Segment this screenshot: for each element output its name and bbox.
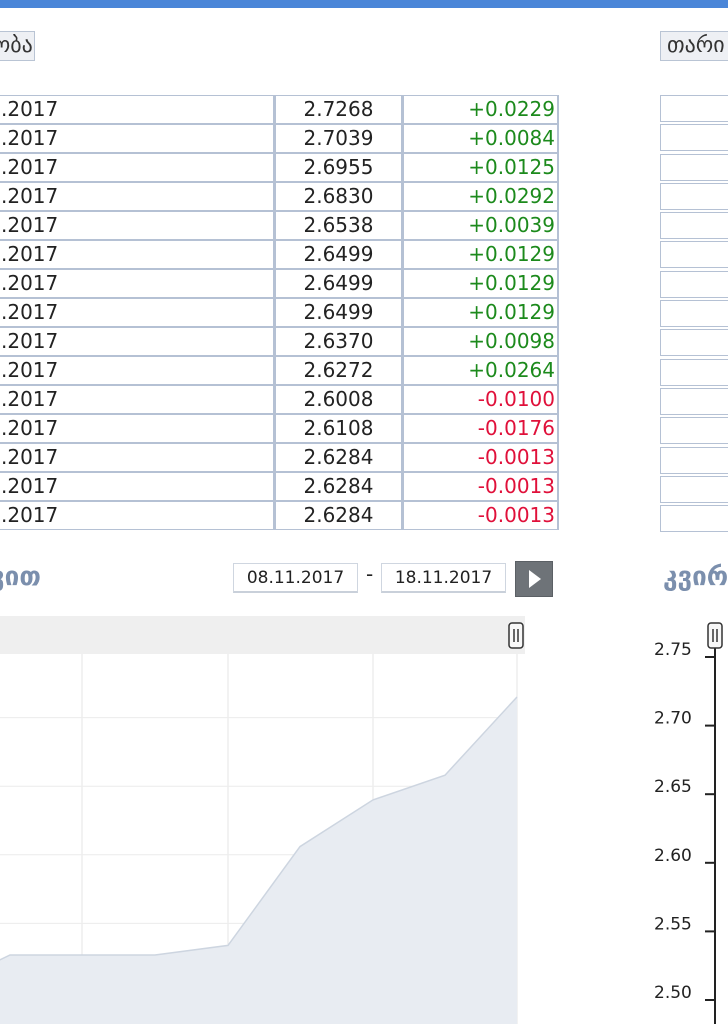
right-section-title: კვირ — [663, 562, 728, 592]
right-table-row — [660, 124, 728, 152]
table-row: .2017 2.6284 -0.0013 — [0, 501, 559, 530]
row-date: .2017 — [0, 240, 275, 269]
table-row: .2017 2.6538 +0.0039 — [0, 211, 559, 240]
right-table-row — [660, 95, 728, 122]
table-row: .2017 2.6108 -0.0176 — [0, 414, 559, 443]
row-rate: 2.6284 — [275, 501, 403, 530]
top-accent-bar — [0, 0, 728, 8]
right-table-row — [660, 153, 728, 181]
row-rate: 2.6538 — [275, 211, 403, 240]
row-rate: 2.7039 — [275, 124, 403, 153]
y-tick-label: 2.75 — [654, 640, 692, 660]
right-table-row — [660, 387, 728, 415]
right-table-row — [660, 212, 728, 240]
row-date: .2017 — [0, 95, 275, 124]
area-series-fill — [0, 697, 517, 1024]
row-rate: 2.6499 — [275, 269, 403, 298]
row-change: +0.0264 — [403, 356, 559, 385]
row-date: .2017 — [0, 211, 275, 240]
table-row: .2017 2.6499 +0.0129 — [0, 240, 559, 269]
row-change: +0.0084 — [403, 124, 559, 153]
period-title: ვით — [0, 562, 41, 592]
right-table-row — [660, 182, 728, 210]
row-date: .2017 — [0, 414, 275, 443]
row-change: +0.0125 — [403, 153, 559, 182]
date-from-input[interactable]: 08.11.2017 — [233, 563, 358, 593]
y-tick-label: 2.60 — [654, 846, 692, 866]
tab-right-date[interactable]: თარი — [660, 31, 728, 61]
row-rate: 2.6284 — [275, 472, 403, 501]
table-row: .2017 2.6830 +0.0292 — [0, 182, 559, 211]
table-row: .2017 2.6272 +0.0264 — [0, 356, 559, 385]
row-change: +0.0098 — [403, 327, 559, 356]
rates-table: .2017 2.7268 +0.0229.2017 2.7039 +0.0084.201… — [0, 95, 559, 530]
go-button[interactable] — [515, 561, 553, 597]
date-to-input[interactable]: 18.11.2017 — [381, 563, 506, 593]
row-change: -0.0013 — [403, 443, 559, 472]
date-separator: - — [366, 562, 374, 586]
right-table-row — [660, 300, 728, 328]
table-row: .2017 2.6370 +0.0098 — [0, 327, 559, 356]
play-icon — [529, 570, 541, 588]
row-rate: 2.6830 — [275, 182, 403, 211]
row-rate: 2.7268 — [275, 95, 403, 124]
row-change: +0.0129 — [403, 269, 559, 298]
row-change: +0.0129 — [403, 240, 559, 269]
row-rate: 2.6499 — [275, 298, 403, 327]
row-rate: 2.6370 — [275, 327, 403, 356]
row-change: -0.0013 — [403, 501, 559, 530]
row-rate: 2.6008 — [275, 385, 403, 414]
row-date: .2017 — [0, 182, 275, 211]
row-change: -0.0100 — [403, 385, 559, 414]
range-handle-right-chart[interactable] — [707, 622, 723, 649]
row-rate: 2.6499 — [275, 240, 403, 269]
rate-chart: 2.75 2.70 2.65 2.60 2.55 2.50 — [0, 616, 723, 1024]
table-row: .2017 2.6499 +0.0129 — [0, 298, 559, 327]
table-row: .2017 2.6284 -0.0013 — [0, 472, 559, 501]
table-row: .2017 2.7039 +0.0084 — [0, 124, 559, 153]
right-table-row — [660, 475, 728, 503]
row-change: +0.0229 — [403, 95, 559, 124]
row-date: .2017 — [0, 153, 275, 182]
right-table-row — [660, 417, 728, 445]
y-tick-label: 2.50 — [654, 983, 692, 1003]
row-date: .2017 — [0, 327, 275, 356]
row-rate: 2.6284 — [275, 443, 403, 472]
right-table — [660, 95, 728, 534]
right-table-row — [660, 241, 728, 269]
row-rate: 2.6108 — [275, 414, 403, 443]
table-row: .2017 2.6955 +0.0125 — [0, 153, 559, 182]
right-table-row — [660, 505, 728, 533]
right-table-row — [660, 329, 728, 357]
chart-navigator-band — [0, 616, 525, 654]
y-axis-ticks: 2.75 2.70 2.65 2.60 2.55 2.50 — [654, 640, 715, 1003]
row-change: +0.0292 — [403, 182, 559, 211]
row-date: .2017 — [0, 269, 275, 298]
range-handle-left-chart[interactable] — [508, 622, 524, 649]
row-date: .2017 — [0, 501, 275, 530]
table-row: .2017 2.6284 -0.0013 — [0, 443, 559, 472]
row-change: +0.0129 — [403, 298, 559, 327]
right-table-row — [660, 270, 728, 298]
table-row: .2017 2.7268 +0.0229 — [0, 95, 559, 124]
row-date: .2017 — [0, 356, 275, 385]
row-rate: 2.6272 — [275, 356, 403, 385]
row-change: +0.0039 — [403, 211, 559, 240]
row-change: -0.0176 — [403, 414, 559, 443]
row-rate: 2.6955 — [275, 153, 403, 182]
row-date: .2017 — [0, 443, 275, 472]
row-change: -0.0013 — [403, 472, 559, 501]
right-table-row — [660, 358, 728, 386]
row-date: .2017 — [0, 472, 275, 501]
right-table-row — [660, 446, 728, 474]
table-row: .2017 2.6499 +0.0129 — [0, 269, 559, 298]
tab-left-currency[interactable]: ობა — [0, 31, 35, 61]
row-date: .2017 — [0, 385, 275, 414]
table-row: .2017 2.6008 -0.0100 — [0, 385, 559, 414]
y-tick-label: 2.65 — [654, 777, 692, 797]
y-tick-label: 2.70 — [654, 709, 692, 729]
row-date: .2017 — [0, 124, 275, 153]
row-date: .2017 — [0, 298, 275, 327]
y-tick-label: 2.55 — [654, 914, 692, 934]
